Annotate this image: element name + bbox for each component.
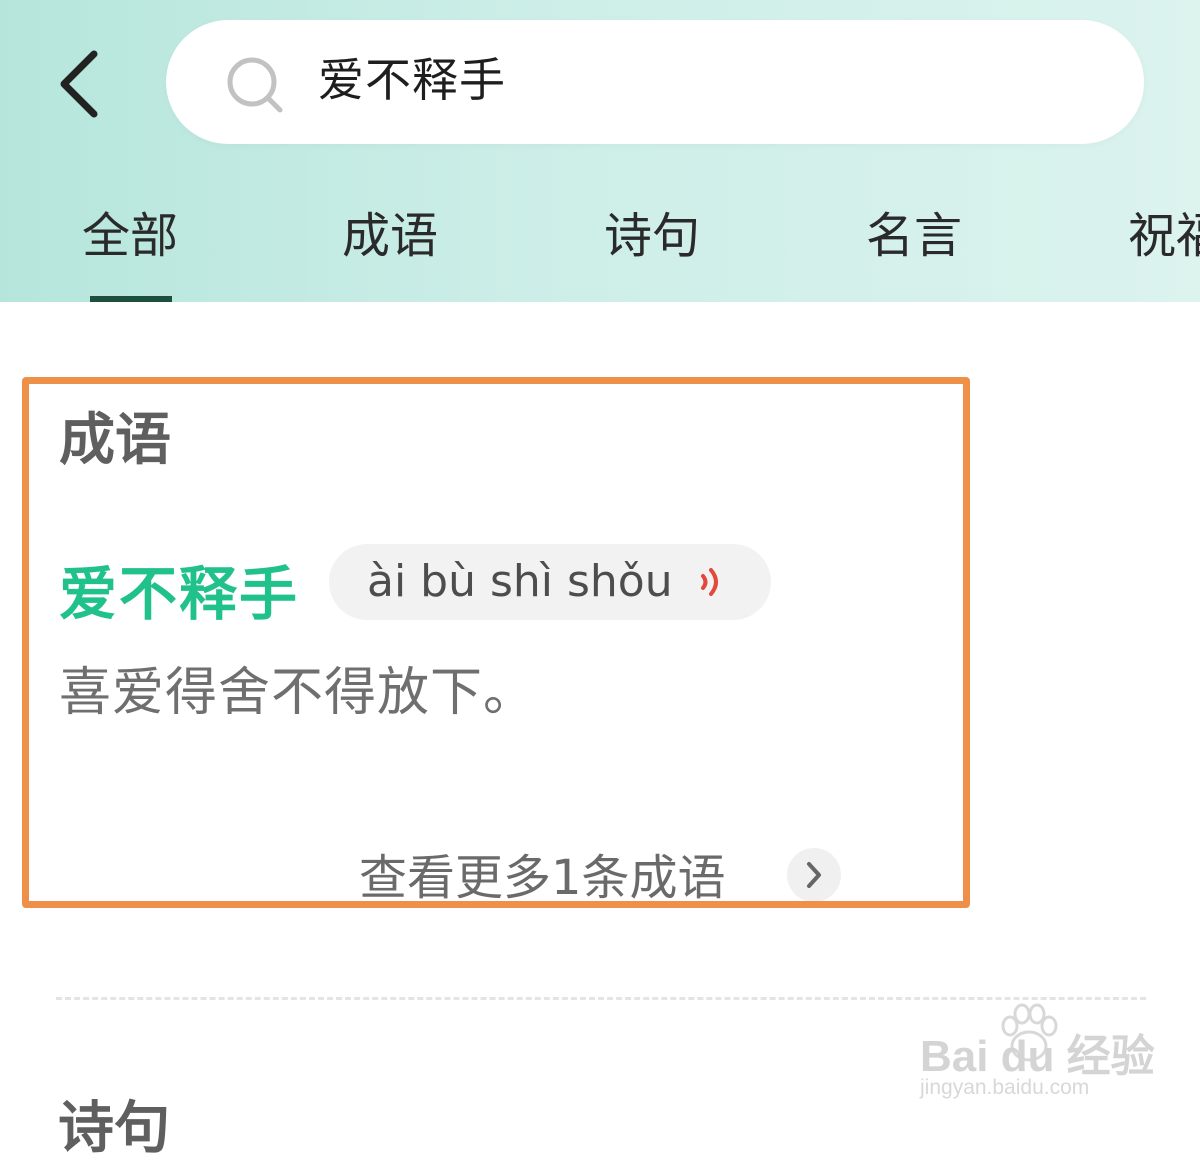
view-more-idioms-link[interactable]: 查看更多1条成语 xyxy=(359,846,726,901)
section-title-idioms: 成语 xyxy=(59,408,171,473)
idiom-meaning: 喜爱得舍不得放下。 xyxy=(59,663,537,723)
tab-blessings[interactable]: 祝福 xyxy=(1128,202,1200,270)
search-icon xyxy=(227,57,283,113)
pinyin-text: ài bù shì shǒu xyxy=(367,556,673,607)
pinyin-pronounce-button[interactable]: ài bù shì shǒu xyxy=(329,544,771,620)
tab-quotes[interactable]: 名言 xyxy=(866,202,962,270)
search-bar[interactable]: 爱不释手 xyxy=(166,20,1144,144)
chevron-right-icon xyxy=(807,862,821,888)
idiom-word[interactable]: 爱不释手 xyxy=(59,556,299,632)
baidu-jingyan-watermark: Bai du 经验 jingyan.baidu.com xyxy=(920,1000,1155,1104)
tab-idioms[interactable]: 成语 xyxy=(342,202,438,270)
sound-icon xyxy=(701,568,718,596)
tab-all[interactable]: 全部 xyxy=(82,202,178,270)
top-header: 爱不释手 全部 成语 诗句 名言 祝福 xyxy=(0,0,1200,302)
search-input[interactable]: 爱不释手 xyxy=(318,50,506,110)
back-button[interactable] xyxy=(52,46,112,118)
tab-poems[interactable]: 诗句 xyxy=(604,202,700,270)
section-title-poems: 诗句 xyxy=(58,1096,170,1161)
category-tabs: 全部 成语 诗句 名言 祝福 xyxy=(0,202,1200,302)
watermark-logo-text: Bai du 经验 xyxy=(920,1032,1155,1081)
view-more-arrow-button[interactable] xyxy=(787,848,841,901)
back-arrow-icon xyxy=(60,50,98,118)
watermark-url: jingyan.baidu.com xyxy=(920,1076,1090,1099)
idiom-result-card: 成语 爱不释手 ài bù shì shǒu 喜爱得舍不得放下。 查看更多1条成… xyxy=(22,377,970,908)
active-tab-indicator xyxy=(90,296,172,302)
